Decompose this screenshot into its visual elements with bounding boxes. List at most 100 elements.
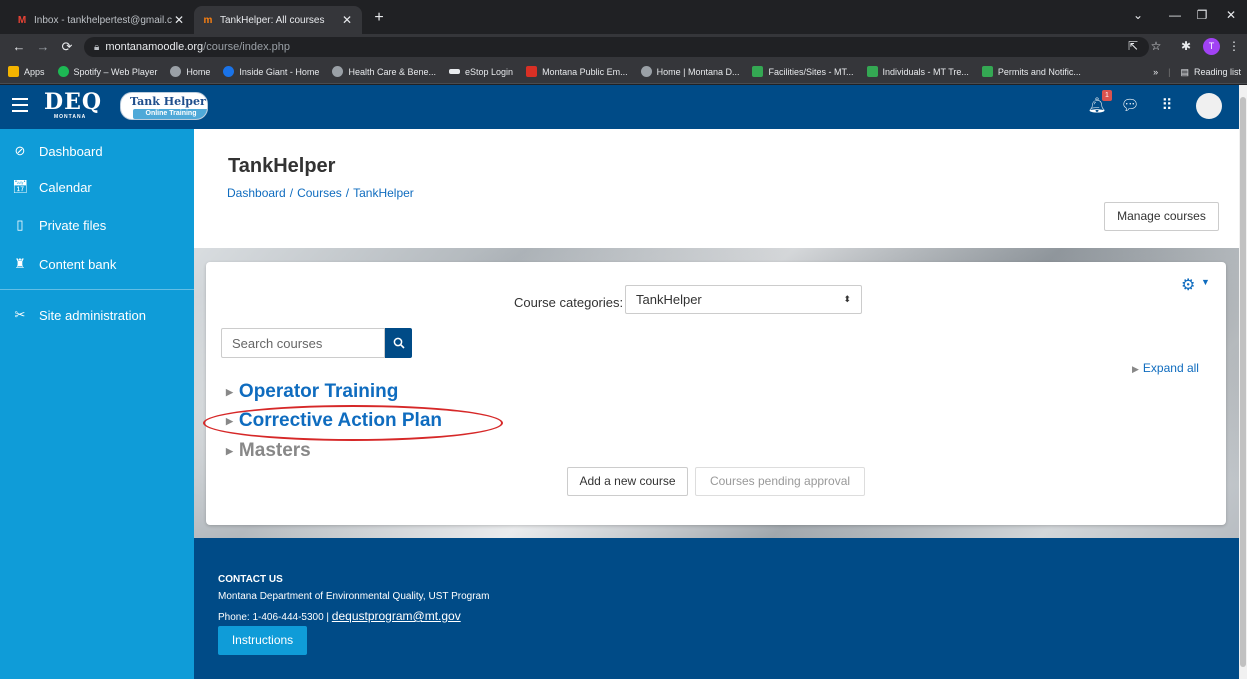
bookmark-facilities[interactable]: Facilities/Sites - MT...: [752, 66, 854, 77]
footer-phone: Phone: 1-406-444-5300 |: [218, 612, 330, 623]
bookmark-label: Facilities/Sites - MT...: [768, 66, 854, 77]
site-icon: [449, 69, 461, 74]
tab-search-icon[interactable]: ⌄: [1130, 8, 1146, 22]
bookmark-individuals[interactable]: Individuals - MT Tre...: [866, 66, 969, 77]
breadcrumb-dashboard[interactable]: Dashboard: [227, 186, 286, 200]
expand-all-link[interactable]: ▶ Expand all: [1132, 361, 1199, 375]
forward-icon[interactable]: →: [34, 38, 52, 56]
menu-icon[interactable]: ⋮: [1226, 39, 1242, 53]
bookmark-label: Home | Montana D...: [656, 66, 740, 77]
bookmark-montana-public[interactable]: Montana Public Em...: [526, 66, 628, 77]
instructions-button[interactable]: Instructions: [218, 626, 307, 655]
share-icon[interactable]: ⇱: [1125, 39, 1141, 53]
bookmark-health-care[interactable]: Health Care & Bene...: [332, 66, 436, 77]
maximize-icon[interactable]: ❐: [1194, 8, 1210, 22]
profile-avatar[interactable]: T: [1203, 38, 1220, 55]
hamburger-menu-icon[interactable]: [12, 98, 28, 112]
breadcrumb-tankhelper[interactable]: TankHelper: [353, 186, 414, 200]
search-courses-input[interactable]: [221, 328, 385, 358]
star-icon[interactable]: ☆: [1148, 39, 1164, 53]
tab-tankhelper[interactable]: m TankHelper: All courses ✕: [194, 6, 362, 34]
search-icon: [393, 337, 405, 349]
bookmark-label: Inside Giant - Home: [239, 66, 320, 77]
page-footer: CONTACT US Montana Department of Environ…: [194, 538, 1239, 679]
apps-grid-icon: [8, 66, 19, 77]
category-label[interactable]: Operator Training: [239, 381, 398, 403]
globe-icon: [170, 66, 182, 77]
scrollbar-thumb[interactable]: [1240, 97, 1246, 667]
reload-icon[interactable]: ⟳: [58, 38, 76, 56]
courses-pending-approval-button[interactable]: Courses pending approval: [695, 467, 865, 496]
sidebar-item-site-administration[interactable]: ✂ Site administration: [0, 297, 194, 333]
extensions-icon[interactable]: ✱: [1178, 39, 1194, 53]
footer-organization: Montana Department of Environmental Qual…: [218, 591, 490, 602]
breadcrumb-courses[interactable]: Courses: [297, 186, 342, 200]
bookmark-permits[interactable]: Permits and Notific...: [981, 66, 1081, 77]
manage-courses-button[interactable]: Manage courses: [1104, 202, 1219, 231]
bookmark-label: Individuals - MT Tre...: [882, 66, 969, 77]
sidebar-item-label: Dashboard: [39, 143, 103, 159]
add-new-course-button[interactable]: Add a new course: [567, 467, 688, 496]
reading-list-icon: ▤: [1180, 66, 1189, 77]
search-button[interactable]: [385, 328, 412, 358]
sidebar-item-calendar[interactable]: 📅︎ Calendar: [0, 169, 194, 205]
new-tab-button[interactable]: +: [368, 8, 390, 30]
caret-right-icon: ▶: [1132, 364, 1139, 374]
bookmark-spotify[interactable]: Spotify – Web Player: [57, 66, 158, 77]
category-masters[interactable]: ▶ Masters: [226, 440, 311, 462]
sidebar-item-dashboard[interactable]: ⊘ Dashboard: [0, 133, 194, 169]
bookmark-label: Montana Public Em...: [542, 66, 628, 77]
tab-gmail[interactable]: M Inbox - tankhelpertest@gmail.co ✕: [8, 6, 194, 34]
site-icon: [866, 66, 878, 77]
bookmark-inside-giant[interactable]: Inside Giant - Home: [223, 66, 319, 77]
tab-title: TankHelper: All courses: [220, 14, 325, 26]
user-avatar[interactable]: [1196, 93, 1222, 119]
breadcrumb-separator: /: [345, 186, 350, 200]
footer-contact: Phone: 1-406-444-5300 | dequstprogram@mt…: [218, 609, 461, 623]
divider: |: [1168, 67, 1171, 77]
breadcrumb: Dashboard / Courses / TankHelper: [227, 186, 414, 200]
minimize-icon[interactable]: —: [1167, 8, 1183, 22]
bookmark-home[interactable]: Home: [170, 66, 210, 77]
site-navbar: DEQ MONTANA Tank Helper Online Training …: [0, 85, 1239, 129]
breadcrumb-separator: /: [289, 186, 294, 200]
address-bar[interactable]: 🔒︎ montanamoodle.org/course/index.php: [84, 37, 1149, 57]
chevron-down-icon[interactable]: ▼: [1201, 277, 1210, 287]
messages-icon[interactable]: 💬︎: [1120, 96, 1140, 114]
bookmark-estop[interactable]: eStop Login: [449, 67, 513, 77]
bookmark-apps[interactable]: Apps: [8, 66, 45, 77]
site-logo[interactable]: DEQ: [44, 91, 102, 113]
bookmark-label: Spotify – Web Player: [73, 66, 158, 77]
globe-icon: [640, 66, 652, 77]
caret-right-icon[interactable]: ▶: [226, 387, 233, 398]
course-categories-label: Course categories:: [514, 295, 624, 310]
tank-helper-badge[interactable]: Tank Helper Online Training: [120, 92, 208, 120]
gmail-icon: M: [17, 14, 27, 26]
close-icon[interactable]: ✕: [340, 13, 354, 27]
select-value: TankHelper: [636, 292, 702, 307]
sidebar-item-content-bank[interactable]: ♜ Content bank: [0, 246, 194, 282]
bookmark-label: Permits and Notific...: [997, 66, 1081, 77]
window-close-icon[interactable]: ✕: [1223, 8, 1239, 22]
category-label[interactable]: Masters: [239, 440, 311, 462]
category-operator-training[interactable]: ▶ Operator Training: [226, 381, 398, 403]
reading-list-button[interactable]: Reading list: [1194, 67, 1241, 77]
logo-subtext: MONTANA: [54, 114, 87, 120]
footer-heading: CONTACT US: [218, 574, 283, 585]
url-path: /course/index.php: [203, 41, 291, 53]
bookmark-home-montana[interactable]: Home | Montana D...: [640, 66, 740, 77]
course-category-select[interactable]: TankHelper ⬍: [625, 285, 862, 314]
gear-icon[interactable]: ⚙: [1181, 275, 1195, 295]
caret-right-icon[interactable]: ▶: [226, 446, 233, 457]
more-bookmarks-button[interactable]: »: [1153, 67, 1158, 77]
close-icon[interactable]: ✕: [172, 13, 186, 27]
app-grid-icon[interactable]: ⠿: [1157, 96, 1177, 114]
site-icon: [332, 66, 344, 77]
wrench-icon: ✂: [14, 307, 26, 322]
sidebar-item-label: Calendar: [39, 179, 92, 195]
page-scrollbar[interactable]: [1239, 85, 1247, 679]
site-icon: [981, 66, 993, 77]
back-icon[interactable]: ←: [10, 38, 28, 56]
sidebar-item-private-files[interactable]: ▯ Private files: [0, 207, 194, 243]
footer-email-link[interactable]: dequstprogram@mt.gov: [332, 609, 461, 623]
